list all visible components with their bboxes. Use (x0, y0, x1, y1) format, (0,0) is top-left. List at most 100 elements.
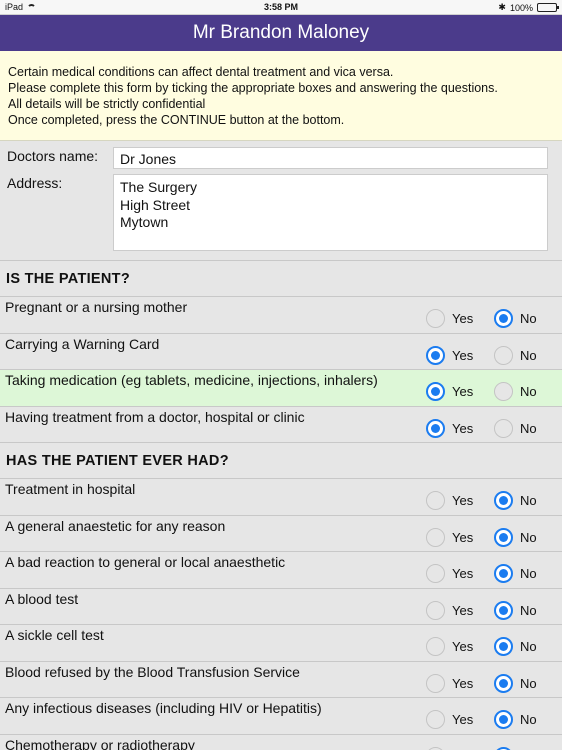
question-row: Carrying a Warning Card Yes No (0, 332, 562, 370)
radio-unselected-icon[interactable] (426, 746, 445, 750)
radio-yes[interactable]: Yes (426, 309, 473, 328)
radio-no[interactable]: No (494, 418, 537, 438)
question-text: Having treatment from a doctor, hospital… (5, 408, 305, 425)
radio-yes-label: Yes (452, 311, 474, 326)
question-text: A general anaestetic for any reason (5, 517, 226, 534)
radio-yes[interactable]: Yes (426, 491, 473, 510)
radio-no-label: No (520, 675, 537, 691)
radio-yes[interactable]: Yes (426, 345, 474, 365)
question-row: A bad reaction to general or local anaes… (0, 551, 562, 588)
doctor-name-label: Doctors name: (7, 148, 99, 164)
radio-no-label: No (520, 529, 537, 545)
radio-yes[interactable]: Yes (426, 746, 473, 750)
question-text: A sickle cell test (5, 627, 104, 643)
radio-no[interactable]: No (494, 746, 537, 750)
radio-yes[interactable]: Yes (426, 673, 473, 693)
radio-selected-icon[interactable] (494, 637, 513, 656)
radio-selected-icon[interactable] (494, 309, 513, 328)
radio-no-label: No (520, 493, 537, 508)
radio-no[interactable]: No (494, 600, 537, 620)
question-text: A bad reaction to general or local anaes… (5, 554, 286, 570)
radio-selected-icon[interactable] (494, 564, 513, 583)
section-header: IS THE PATIENT? (0, 260, 562, 296)
question-row: Blood refused by the Blood Transfusion S… (0, 660, 562, 698)
radio-no-label: No (520, 420, 537, 436)
doctor-name-row: Doctors name: Dr Jones (7, 147, 548, 169)
intro-line: Please complete this form by ticking the… (8, 81, 498, 95)
question-text: Treatment in hospital (5, 481, 136, 497)
question-text: Blood refused by the Blood Transfusion S… (5, 663, 300, 680)
radio-unselected-icon[interactable] (494, 345, 513, 365)
radio-unselected-icon[interactable] (494, 382, 513, 401)
radio-selected-icon[interactable] (494, 600, 513, 620)
battery-percent: 100% (509, 2, 533, 13)
address-line: The Surgery (120, 179, 198, 195)
radio-selected-icon[interactable] (494, 491, 513, 510)
radio-selected-icon[interactable] (426, 345, 445, 365)
radio-yes-label: Yes (452, 566, 474, 581)
radio-yes-label: Yes (452, 384, 474, 399)
radio-no-label: No (520, 712, 537, 727)
intro-line: All details will be strictly confidentia… (8, 97, 206, 111)
radio-yes[interactable]: Yes (426, 710, 473, 729)
radio-unselected-icon[interactable] (494, 418, 513, 438)
question-text: Carrying a Warning Card (5, 335, 160, 352)
radio-yes-label: Yes (452, 712, 474, 727)
radio-unselected-icon[interactable] (426, 600, 445, 620)
status-bar: iPad 3:58 PM ✱ 100% (0, 0, 562, 15)
radio-unselected-icon[interactable] (426, 309, 445, 328)
radio-unselected-icon[interactable] (426, 637, 445, 656)
radio-no-label: No (520, 639, 537, 654)
question-row: A general anaestetic for any reason Yes No (0, 514, 562, 552)
radio-yes-label: Yes (452, 347, 474, 363)
radio-yes[interactable]: Yes (426, 564, 473, 583)
radio-selected-icon[interactable] (494, 746, 513, 750)
radio-selected-icon[interactable] (494, 527, 513, 547)
radio-yes[interactable]: Yes (426, 382, 473, 401)
radio-unselected-icon[interactable] (426, 710, 445, 729)
address-field[interactable]: The Surgery High Street Mytown (113, 174, 548, 251)
radio-no-label: No (520, 347, 537, 363)
title-bar: Mr Brandon Maloney (0, 15, 562, 51)
radio-no[interactable]: No (494, 637, 537, 656)
question-row: Taking medication (eg tablets, medicine,… (0, 369, 562, 406)
radio-unselected-icon[interactable] (426, 564, 445, 583)
status-right: ✱ 100% (498, 2, 559, 13)
radio-selected-icon[interactable] (426, 418, 445, 438)
question-row: Pregnant or a nursing mother Yes No (0, 296, 562, 333)
radio-unselected-icon[interactable] (426, 527, 445, 547)
radio-yes-label: Yes (452, 529, 474, 545)
radio-no[interactable]: No (494, 345, 537, 365)
section-header: HAS THE PATIENT EVER HAD? (0, 442, 562, 478)
radio-no-label: No (520, 384, 537, 399)
radio-no[interactable]: No (494, 382, 537, 401)
radio-selected-icon[interactable] (494, 673, 513, 693)
radio-yes-label: Yes (452, 493, 474, 508)
radio-unselected-icon[interactable] (426, 491, 445, 510)
status-time: 3:58 PM (263, 2, 298, 12)
radio-selected-icon[interactable] (494, 710, 513, 729)
question-text: Chemotherapy or radiotherapy (5, 736, 195, 750)
question-text: Pregnant or a nursing mother (5, 299, 188, 315)
radio-yes[interactable]: Yes (426, 527, 474, 547)
question-text: Any infectious diseases (including HIV o… (5, 700, 322, 716)
radio-no[interactable]: No (494, 309, 537, 328)
patient-name-title: Mr Brandon Maloney (192, 22, 370, 43)
question-row: Treatment in hospital Yes No (0, 478, 562, 515)
radio-no[interactable]: No (494, 564, 537, 583)
radio-yes[interactable]: Yes (426, 418, 474, 438)
radio-no[interactable]: No (494, 491, 537, 510)
radio-yes[interactable]: Yes (426, 637, 473, 656)
intro-line: Once completed, press the CONTINUE butto… (8, 113, 345, 127)
radio-no[interactable]: No (494, 527, 537, 547)
radio-yes[interactable]: Yes (426, 600, 473, 620)
radio-no[interactable]: No (494, 673, 537, 693)
doctor-details: Doctors name: Dr Jones Address: The Surg… (0, 141, 562, 260)
radio-yes-label: Yes (452, 420, 474, 436)
battery-icon (537, 3, 559, 12)
radio-unselected-icon[interactable] (426, 673, 445, 693)
doctor-name-field[interactable]: Dr Jones (113, 147, 548, 169)
radio-selected-icon[interactable] (426, 382, 445, 401)
intro-notice: Certain medical conditions can affect de… (0, 51, 562, 141)
radio-no[interactable]: No (494, 710, 537, 729)
